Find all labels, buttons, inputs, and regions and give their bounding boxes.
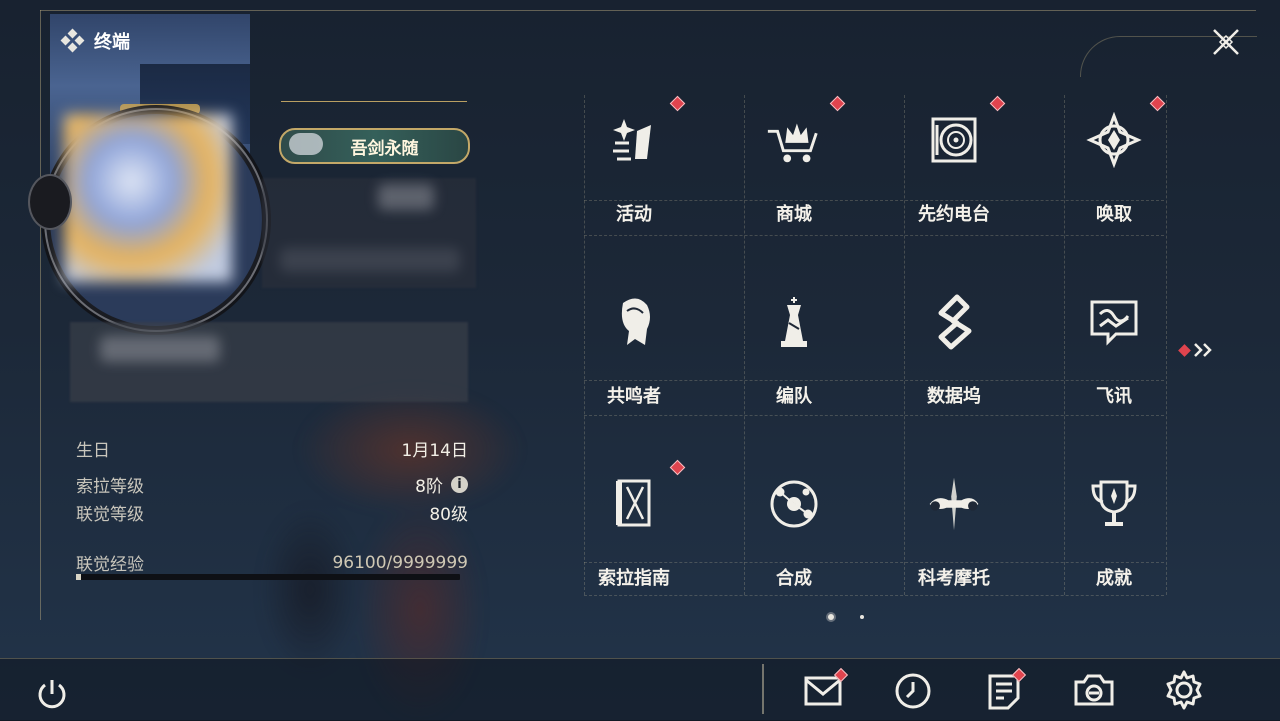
- title-badge-text: 吾剑永随: [350, 138, 419, 159]
- avatar-switch-knob[interactable]: [28, 174, 72, 230]
- menu-item-radio[interactable]: 先约电台: [874, 90, 1034, 260]
- menu-item-messages[interactable]: 飞讯: [1034, 272, 1194, 442]
- activity-icon: [604, 110, 664, 170]
- page-title: 终端: [94, 32, 130, 53]
- menu-item-convene[interactable]: 唤取: [1034, 90, 1194, 260]
- data-bank-icon: [924, 292, 984, 352]
- power-icon[interactable]: [32, 674, 72, 714]
- resonator-head-icon: [604, 292, 664, 352]
- camera-icon: [1074, 674, 1114, 706]
- menu-item-team[interactable]: 编队: [714, 272, 874, 442]
- frame-left-line: [40, 10, 41, 620]
- menu-item-guide[interactable]: 索拉指南: [554, 454, 714, 624]
- radio-disc-icon: [924, 110, 984, 170]
- union-exp-row: 联觉经验 96100/9999999: [76, 552, 468, 576]
- menu-grid: 活动 商城 先约电台 唤取 共鸣者 编队 数据坞 飞讯 索拉指南 合成 科考摩托…: [554, 90, 1194, 600]
- guide-book-icon: [604, 474, 664, 534]
- menu-item-resonators[interactable]: 共鸣者: [554, 272, 714, 442]
- hidden-signature: [100, 336, 220, 362]
- title-badge[interactable]: 吾剑永随: [279, 128, 470, 164]
- info-icon[interactable]: i: [451, 476, 468, 493]
- shop-crown-cart-icon: [764, 110, 824, 170]
- trophy-icon: [1084, 474, 1144, 534]
- union-level-row: 联觉等级 80级: [76, 505, 468, 525]
- menu-item-data-bank[interactable]: 数据坞: [874, 272, 1034, 442]
- page-indicator: [828, 614, 868, 622]
- synthesis-orbit-icon: [764, 474, 824, 534]
- red-dot-badge: [1178, 343, 1191, 357]
- next-page-button[interactable]: [1178, 340, 1220, 360]
- motorbike-icon: [924, 474, 984, 534]
- red-dot-badge: [829, 95, 846, 112]
- avatar[interactable]: [64, 114, 232, 282]
- camera-button[interactable]: [1072, 668, 1116, 712]
- team-chess-icon: [764, 292, 824, 352]
- birthday-row: 生日 1月14日: [76, 441, 468, 461]
- bottom-bar-separator: [762, 664, 764, 714]
- red-dot-badge: [1149, 95, 1166, 112]
- page-dot-active[interactable]: [828, 614, 834, 620]
- close-icon[interactable]: [1206, 22, 1246, 62]
- page-dot[interactable]: [860, 615, 864, 619]
- union-exp-bar: [76, 574, 460, 580]
- notice-button[interactable]: [984, 667, 1028, 712]
- gacha-compass-icon: [1084, 110, 1144, 170]
- hidden-username: [378, 184, 434, 210]
- message-bubble-icon: [1084, 292, 1144, 352]
- gold-divider: [281, 101, 467, 102]
- red-dot-badge: [669, 95, 686, 112]
- red-dot-badge: [989, 95, 1006, 112]
- menu-item-synthesis[interactable]: 合成: [714, 454, 874, 624]
- sola-level-row: 索拉等级 8阶 i: [76, 472, 468, 497]
- hidden-uid: [280, 248, 460, 272]
- hidden-signature-area[interactable]: [70, 322, 468, 402]
- clock-button[interactable]: [892, 668, 936, 712]
- clock-icon: [895, 673, 931, 709]
- double-chevron-right-icon: [1194, 343, 1212, 357]
- settings-gear-icon: [1166, 670, 1202, 710]
- mail-button[interactable]: [802, 667, 849, 712]
- diamond-cluster-icon: [60, 28, 85, 53]
- settings-button[interactable]: [1162, 668, 1206, 712]
- frame-top-line: [40, 10, 1256, 11]
- title-badge-portrait-icon: [289, 133, 323, 155]
- menu-item-motorbike[interactable]: 科考摩托: [874, 454, 1034, 624]
- red-dot-badge: [669, 459, 686, 476]
- terminal-header: 终端: [60, 28, 130, 54]
- menu-item-achievements[interactable]: 成就: [1034, 454, 1194, 624]
- menu-item-activity[interactable]: 活动: [554, 90, 714, 260]
- union-exp-fill: [76, 574, 81, 580]
- menu-item-shop[interactable]: 商城: [714, 90, 874, 260]
